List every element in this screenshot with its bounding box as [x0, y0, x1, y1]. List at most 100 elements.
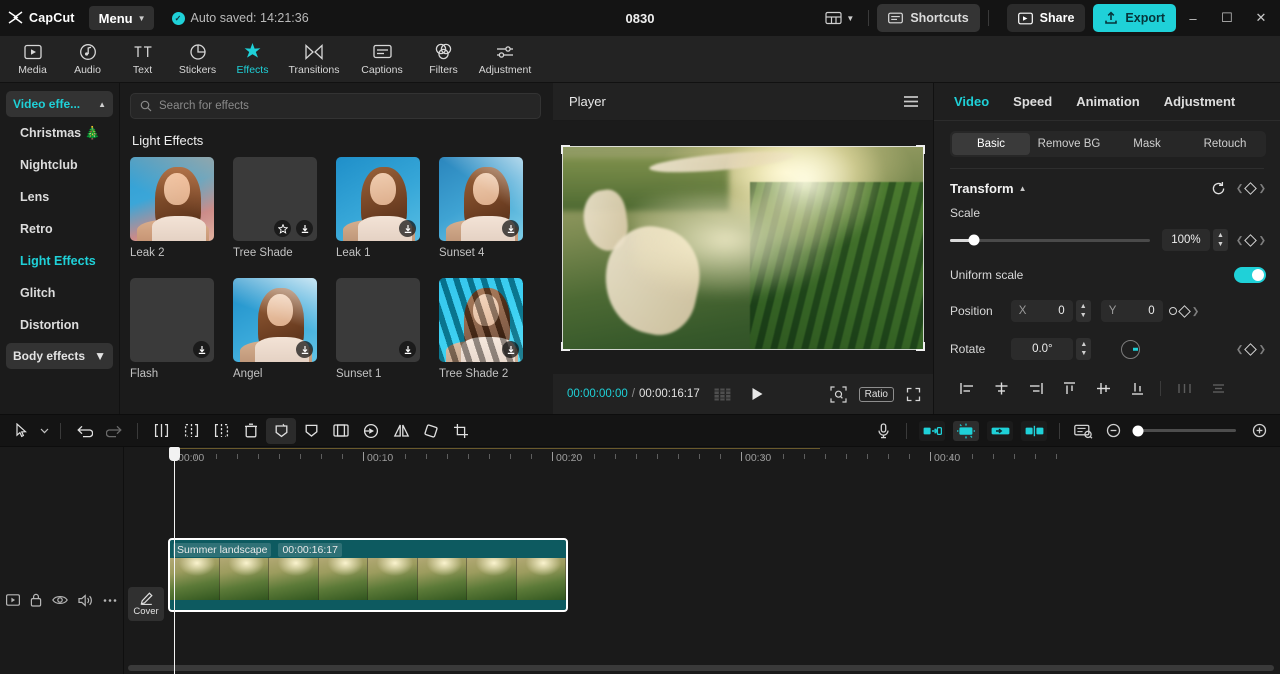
- align-right-icon[interactable]: [1018, 375, 1052, 401]
- timeline-ruler[interactable]: 00:00 00:10 00:20 00:30 00:40: [124, 447, 1280, 473]
- effect-card[interactable]: Tree Shade: [233, 157, 317, 259]
- effect-thumbnail[interactable]: [130, 157, 214, 241]
- download-icon[interactable]: [296, 341, 313, 358]
- category-item-light-effects[interactable]: Light Effects: [6, 245, 113, 277]
- toolbar-tab-stickers[interactable]: Stickers: [171, 37, 224, 81]
- subtab-basic[interactable]: Basic: [952, 133, 1030, 155]
- effect-thumbnail[interactable]: [336, 157, 420, 241]
- toolbar-tab-media[interactable]: Media: [6, 37, 59, 81]
- tab-adjustment[interactable]: Adjustment: [1152, 83, 1248, 121]
- track-visibility-icon[interactable]: [52, 594, 68, 606]
- effect-card[interactable]: Leak 1: [336, 157, 420, 259]
- minimize-button[interactable]: –: [1176, 3, 1210, 33]
- cover-button[interactable]: Cover: [128, 587, 164, 621]
- current-time[interactable]: 00:00:00:00: [567, 388, 628, 400]
- align-bottom-icon[interactable]: [1120, 375, 1154, 401]
- subtab-retouch[interactable]: Retouch: [1186, 133, 1264, 155]
- track-lock-icon[interactable]: [30, 593, 42, 607]
- effect-thumbnail[interactable]: [233, 278, 317, 362]
- download-icon[interactable]: [502, 341, 519, 358]
- category-item-christmas[interactable]: Christmas 🎄: [6, 117, 113, 149]
- clip-split-left-icon[interactable]: [919, 420, 945, 441]
- select-tool-icon[interactable]: [6, 418, 36, 444]
- effect-thumbnail[interactable]: [336, 278, 420, 362]
- category-group-body-effects[interactable]: Body effects ▼: [6, 343, 113, 369]
- share-button[interactable]: Share: [1006, 4, 1086, 32]
- player-menu-icon[interactable]: [903, 95, 919, 108]
- export-button[interactable]: Export: [1093, 4, 1176, 32]
- video-canvas[interactable]: [561, 144, 925, 351]
- tab-animation[interactable]: Animation: [1064, 83, 1152, 121]
- freeze-frame-icon[interactable]: [266, 417, 296, 444]
- timeline-zoom-slider[interactable]: [1132, 425, 1236, 436]
- keyframe-next-icon[interactable]: ❯: [1258, 235, 1266, 246]
- download-icon[interactable]: [502, 220, 519, 237]
- play-button[interactable]: [751, 387, 764, 401]
- keyframe-control[interactable]: ❮ ❯: [1236, 182, 1266, 195]
- effect-thumbnail[interactable]: [439, 157, 523, 241]
- keyframe-next-icon[interactable]: ❯: [1258, 344, 1266, 355]
- tab-speed[interactable]: Speed: [1001, 83, 1064, 121]
- resize-handle-tl[interactable]: [561, 144, 570, 154]
- zoom-out-icon[interactable]: [1098, 418, 1128, 444]
- category-item-retro[interactable]: Retro: [6, 213, 113, 245]
- rotate-value[interactable]: 0.0°: [1011, 338, 1074, 360]
- scale-keyframe[interactable]: ❮ ❯: [1236, 233, 1266, 247]
- ratio-button[interactable]: Ratio: [858, 386, 894, 402]
- effect-thumbnail[interactable]: [439, 278, 523, 362]
- position-keyframe[interactable]: ❯: [1168, 304, 1199, 318]
- effect-card[interactable]: Leak 2: [130, 157, 214, 259]
- category-item-nightclub[interactable]: Nightclub: [6, 149, 113, 181]
- subtab-remove-bg[interactable]: Remove BG: [1030, 133, 1108, 155]
- timeline-horizontal-scrollbar[interactable]: [128, 665, 1274, 671]
- keyframe-icon[interactable]: [1244, 233, 1258, 247]
- download-icon[interactable]: [296, 220, 313, 237]
- select-tool-dropdown-icon[interactable]: [36, 418, 52, 444]
- track-more-icon[interactable]: [103, 598, 117, 603]
- download-icon[interactable]: [193, 341, 210, 358]
- scale-value[interactable]: 100%: [1161, 229, 1210, 251]
- clip-link-icon[interactable]: [987, 420, 1013, 441]
- scale-stepper[interactable]: ▲ ▼: [1212, 229, 1228, 251]
- frame-view-icon[interactable]: [714, 388, 731, 401]
- clip-highlight-icon[interactable]: [953, 420, 979, 441]
- keyframe-icon[interactable]: [1177, 304, 1191, 318]
- menu-button[interactable]: Menu ▼: [88, 6, 154, 30]
- crop-frame-icon[interactable]: [326, 418, 356, 444]
- rotate-dial[interactable]: [1121, 339, 1141, 359]
- category-group-video-effects[interactable]: Video effe... ▲: [6, 91, 113, 117]
- rotate-stepper[interactable]: ▲ ▼: [1076, 338, 1092, 360]
- keyframe-prev-icon[interactable]: ❮: [1236, 344, 1244, 355]
- keyframe-icon[interactable]: [1244, 182, 1258, 195]
- distribute-horizontal-icon[interactable]: [1167, 375, 1201, 401]
- track-video-icon[interactable]: [6, 594, 20, 606]
- download-icon[interactable]: [399, 220, 416, 237]
- rotate-keyframe[interactable]: ❮ ❯: [1236, 342, 1266, 356]
- effect-card[interactable]: Angel: [233, 278, 317, 380]
- keyframe-next-icon[interactable]: ❯: [1258, 183, 1266, 194]
- split-icon[interactable]: [146, 418, 176, 444]
- delete-icon[interactable]: [236, 418, 266, 444]
- trim-right-icon[interactable]: [206, 418, 236, 444]
- rotate-icon[interactable]: [416, 418, 446, 444]
- download-icon[interactable]: [399, 341, 416, 358]
- keyframe-prev-icon[interactable]: ❮: [1236, 183, 1244, 194]
- toolbar-tab-filters[interactable]: Filters: [417, 37, 470, 81]
- resize-handle-tr[interactable]: [916, 144, 925, 154]
- toolbar-tab-captions[interactable]: Captions: [349, 37, 415, 81]
- search-input[interactable]: Search for effects: [130, 93, 541, 119]
- crop-icon[interactable]: [446, 418, 476, 444]
- tab-video[interactable]: Video: [942, 83, 1001, 121]
- toolbar-tab-audio[interactable]: Audio: [61, 37, 114, 81]
- distribute-vertical-icon[interactable]: [1201, 375, 1235, 401]
- microphone-icon[interactable]: [868, 418, 898, 444]
- align-top-icon[interactable]: [1052, 375, 1086, 401]
- zoom-fit-icon[interactable]: [830, 385, 847, 403]
- align-left-icon[interactable]: [950, 375, 984, 401]
- position-x-stepper[interactable]: ▲ ▼: [1075, 300, 1091, 322]
- timeline-clip[interactable]: Summer landscape 00:00:16:17: [168, 538, 568, 612]
- toolbar-tab-text[interactable]: Text: [116, 37, 169, 81]
- undo-icon[interactable]: [69, 418, 99, 444]
- shortcuts-button[interactable]: Shortcuts: [877, 4, 980, 32]
- effect-card[interactable]: Tree Shade 2: [439, 278, 523, 380]
